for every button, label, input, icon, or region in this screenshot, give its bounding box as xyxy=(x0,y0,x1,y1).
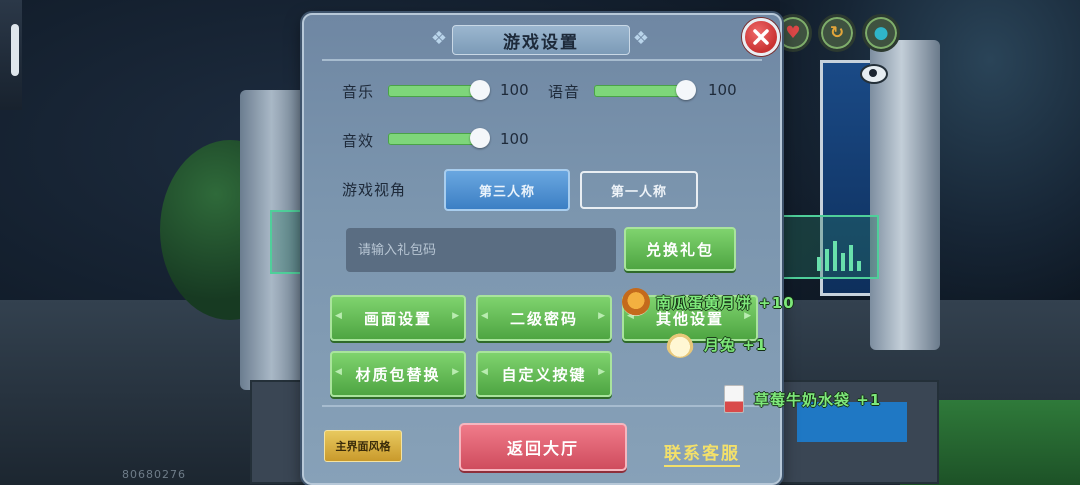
camera-label: 游戏视角 xyxy=(342,181,407,199)
reward-toast: 草莓牛奶水袋 +1 xyxy=(724,385,881,413)
music-label: 音乐 xyxy=(342,83,375,101)
dialog-title: 游戏设置 xyxy=(503,32,579,53)
sfx-slider[interactable] xyxy=(388,128,490,148)
texture-pack-label: 材质包替换 xyxy=(355,365,441,384)
graphics-settings-button[interactable]: ◀ 画面设置 ▶ xyxy=(330,295,466,341)
settings-dialog: ❖ 游戏设置 ❖ 音乐 100 语音 100 音效 100 游戏视角 第三人称 … xyxy=(302,13,782,485)
music-slider-knob[interactable] xyxy=(470,80,490,100)
third-person-button[interactable]: 第三人称 xyxy=(444,169,570,211)
close-button[interactable] xyxy=(742,18,780,56)
sfx-value: 100 xyxy=(500,130,529,148)
arrow-left-icon: ◀ xyxy=(335,367,344,377)
arrow-left-icon: ◀ xyxy=(481,311,490,321)
music-value: 100 xyxy=(500,81,529,99)
ornament-icon: ❖ xyxy=(632,28,650,49)
arrow-left-icon: ◀ xyxy=(335,311,344,321)
return-lobby-button[interactable]: 返回大厅 xyxy=(459,423,627,471)
energy-icon[interactable]: ↻ xyxy=(818,14,856,52)
ornament-icon: ❖ xyxy=(430,28,448,49)
divider xyxy=(322,405,762,407)
main-ui-style-button[interactable]: 主界面风格 xyxy=(324,430,402,462)
arrow-right-icon: ▶ xyxy=(452,311,461,321)
reward-toast: 月兔 +1 xyxy=(666,330,767,358)
custom-keys-label: 自定义按键 xyxy=(501,365,587,384)
arrow-right-icon: ▶ xyxy=(598,311,607,321)
reward-toast: 南瓜蛋黄月饼 +10 xyxy=(622,288,795,316)
voice-slider[interactable] xyxy=(594,80,696,100)
first-person-button[interactable]: 第一人称 xyxy=(580,171,698,209)
player-id-text: 80680276 xyxy=(122,468,186,481)
gift-code-input[interactable] xyxy=(346,228,616,272)
contact-support-link[interactable]: 联系客服 xyxy=(664,439,740,467)
secondary-password-label: 二级密码 xyxy=(509,309,578,328)
voice-slider-knob[interactable] xyxy=(676,80,696,100)
mooncake-icon xyxy=(622,288,650,316)
redeem-gift-label: 兑换礼包 xyxy=(645,240,714,259)
reward-text: 草莓牛奶水袋 +1 xyxy=(754,390,882,409)
scroll-handle[interactable] xyxy=(0,0,22,110)
arrow-left-icon: ◀ xyxy=(481,367,490,377)
custom-keys-button[interactable]: ◀ 自定义按键 ▶ xyxy=(476,351,612,397)
background-holo-chart xyxy=(775,215,879,279)
eye-icon[interactable] xyxy=(860,64,888,84)
music-slider[interactable] xyxy=(388,80,490,100)
voice-value: 100 xyxy=(708,81,737,99)
dialog-title-bar: 游戏设置 xyxy=(452,25,630,55)
sfx-slider-knob[interactable] xyxy=(470,128,490,148)
reward-text: 南瓜蛋黄月饼 +10 xyxy=(656,293,795,312)
divider xyxy=(322,59,762,61)
rabbit-icon xyxy=(666,330,694,358)
graphics-settings-label: 画面设置 xyxy=(363,309,432,328)
water-drop-icon[interactable]: ● xyxy=(862,14,900,52)
voice-label: 语音 xyxy=(548,83,581,101)
sfx-label: 音效 xyxy=(342,132,375,150)
reward-text: 月兔 +1 xyxy=(704,335,768,354)
arrow-right-icon: ▶ xyxy=(598,367,607,377)
close-icon xyxy=(753,29,769,45)
background-pillar xyxy=(870,40,940,350)
arrow-right-icon: ▶ xyxy=(452,367,461,377)
secondary-password-button[interactable]: ◀ 二级密码 ▶ xyxy=(476,295,612,341)
redeem-gift-button[interactable]: 兑换礼包 xyxy=(624,227,736,271)
texture-pack-button[interactable]: ◀ 材质包替换 ▶ xyxy=(330,351,466,397)
milk-bag-icon xyxy=(724,385,744,413)
